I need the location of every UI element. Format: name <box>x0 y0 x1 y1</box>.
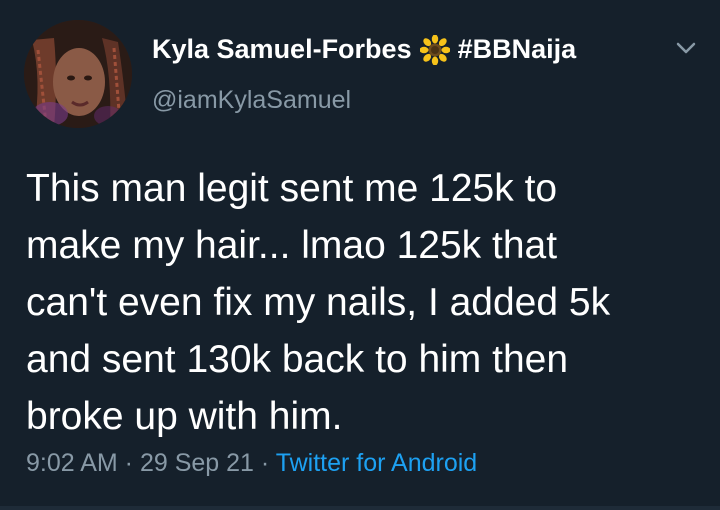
display-name-row[interactable]: Kyla Samuel-Forbes #BBNaija <box>152 34 576 65</box>
tweet-text-line: can't even fix my nails, I added 5k <box>26 281 611 324</box>
tweet-time[interactable]: 9:02 AM <box>26 449 118 477</box>
tweet-meta: 9:02 AM · 29 Sep 21 · Twitter for Androi… <box>26 449 477 478</box>
tweet-text-line: and sent 130k back to him then <box>26 338 569 381</box>
tweet-card: Kyla Samuel-Forbes #BBNaija @iamKylaSamu… <box>0 0 720 510</box>
divider <box>0 506 720 510</box>
hashtag[interactable]: #BBNaija <box>458 34 577 65</box>
tweet-source-link[interactable]: Twitter for Android <box>276 449 477 477</box>
tweet-text: This man legit sent me 125k to make my h… <box>26 160 706 445</box>
chevron-down-icon[interactable] <box>672 38 700 58</box>
display-name[interactable]: Kyla Samuel-Forbes <box>152 34 412 65</box>
meta-separator: · <box>117 449 140 477</box>
avatar[interactable] <box>24 20 132 128</box>
sunflower-icon <box>419 34 451 65</box>
meta-separator: · <box>253 449 276 477</box>
user-handle[interactable]: @iamKylaSamuel <box>152 86 351 115</box>
tweet-text-line: This man legit sent me 125k to <box>26 167 558 210</box>
avatar-image <box>24 20 132 128</box>
tweet-date[interactable]: 29 Sep 21 <box>140 449 254 477</box>
tweet-text-line: broke up with him. <box>26 395 343 438</box>
tweet-text-line: make my hair... lmao 125k that <box>26 224 558 267</box>
